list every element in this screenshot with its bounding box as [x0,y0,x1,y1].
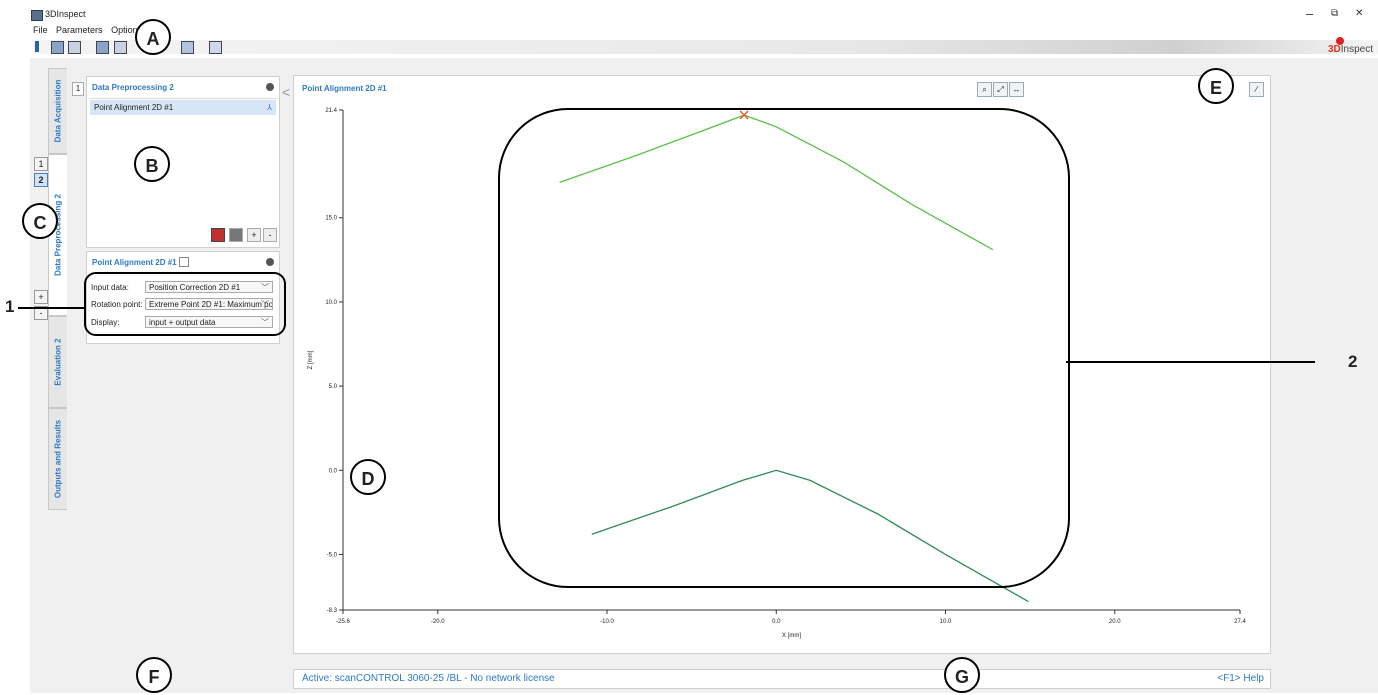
connect-icon[interactable] [35,41,39,52]
open-icon[interactable] [51,41,64,54]
y-tick-label: 10.0 [325,300,337,306]
x-tick-label: 0.0 [772,619,781,625]
panel-number: 1 [72,82,84,96]
add-item-button[interactable]: + [247,228,261,242]
number-label-2: 2 [1348,352,1358,371]
y-tick-label: 5.0 [329,384,338,390]
y-tick-label: 21.4 [325,108,337,114]
list-item[interactable]: Point Alignment 2D #1 ⅄ [90,100,276,115]
x-tick-label: 10.0 [940,619,952,625]
x-tick-label: 20.0 [1109,619,1121,625]
highlight-box-plot [498,108,1070,588]
collapse-icon[interactable] [266,83,274,91]
callout-c: C [22,203,58,239]
remove-item-button[interactable]: - [263,228,277,242]
preprocessing-panel-title: Data Preprocessing 2 [92,83,174,92]
collapse-sidebar-icon[interactable]: < [282,84,290,100]
callout-g: G [944,657,980,693]
callout-d: D [350,459,386,495]
preprocessing-list: Point Alignment 2D #1 ⅄ [90,98,276,209]
leader-line-2 [1066,361,1315,363]
x-axis-label: X [mm] [782,633,801,639]
vertical-tab-bar: Data Acquisition Data Preprocessing 2 Ev… [48,68,67,658]
save-params-icon[interactable] [114,41,127,54]
restore-button[interactable]: ⧉ [1331,8,1338,19]
number-label-1: 1 [5,297,15,316]
tab-outputs-and-results[interactable]: Outputs and Results [48,408,67,510]
save-icon[interactable] [68,41,81,54]
window-title: 3DInspect [45,9,86,19]
status-bar: Active: scanCONTROL 3060-25 /BL - No net… [293,669,1271,689]
align-icon: ⅄ [267,103,272,112]
menu-bar: File Parameters Option [33,25,144,35]
tool-icon[interactable] [209,41,222,54]
properties-panel-title: Point Alignment 2D #1 [92,258,177,267]
x-tick-label: 27.4 [1234,619,1246,625]
collapse-icon[interactable] [266,258,274,266]
delete-icon[interactable] [229,228,243,242]
x-tick-label: -20.0 [431,619,445,625]
export-icon[interactable] [181,41,194,54]
highlight-box-properties [84,272,286,336]
menu-parameters[interactable]: Parameters [56,25,103,35]
open-params-icon[interactable] [96,41,109,54]
y-tick-label: 15.0 [325,216,337,222]
app-icon [31,10,43,21]
status-text: Active: scanCONTROL 3060-25 /BL - No net… [302,673,555,684]
step-button-1[interactable]: 1 [34,157,48,171]
step-button-2[interactable]: 2 [34,173,48,187]
minimize-button[interactable]: – [1306,6,1313,21]
menu-file[interactable]: File [33,25,48,35]
edit-icon[interactable] [179,257,189,267]
x-tick-label: -10.0 [600,619,614,625]
y-tick-label: -8.3 [327,608,338,614]
callout-b: B [134,146,170,182]
callout-f: F [136,657,172,693]
callout-e: E [1198,68,1234,104]
x-tick-label: -25.6 [336,619,350,625]
copy-icon[interactable] [211,228,225,242]
close-button[interactable]: ✕ [1355,8,1363,19]
preprocessing-panel: Data Preprocessing 2 Point Alignment 2D … [86,76,280,248]
brand-logo: 3DInspect [1327,44,1373,55]
leader-line-1 [18,307,84,309]
callout-a: A [135,19,171,55]
toolbar [33,40,1378,54]
y-axis-label: Z [mm] [308,350,314,369]
tab-evaluation[interactable]: Evaluation 2 [48,316,67,408]
tab-data-acquisition[interactable]: Data Acquisition [48,68,67,154]
menu-options[interactable]: Option [111,25,138,35]
y-tick-label: 0.0 [329,468,338,474]
help-link[interactable]: <F1> Help [1217,670,1264,688]
add-step-button[interactable]: + [34,290,48,304]
y-tick-label: -5.0 [327,552,338,558]
